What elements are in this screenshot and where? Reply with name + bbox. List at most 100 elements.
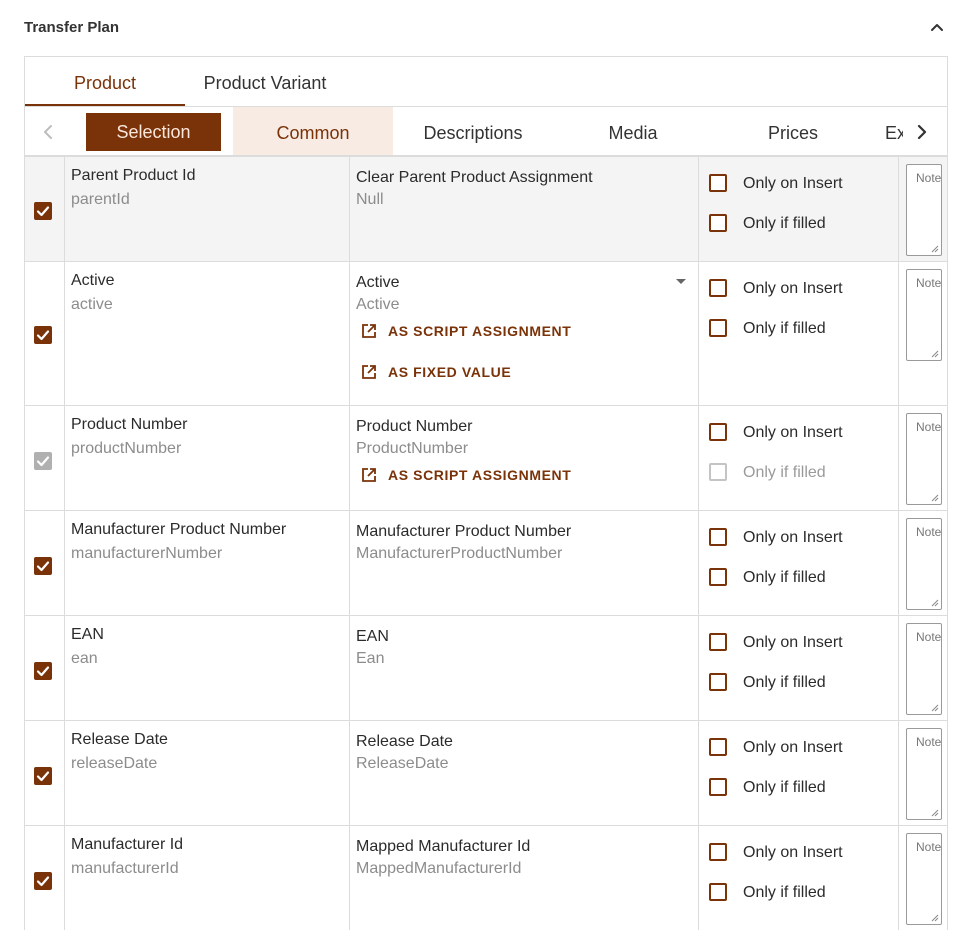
checkbox-box[interactable]	[709, 528, 727, 546]
options-cell: Only on Insert Only if filled	[699, 157, 899, 261]
row-select-checkbox[interactable]	[34, 557, 52, 575]
source-field-label: Product Number	[71, 416, 188, 433]
target-field-cell[interactable]: Clear Parent Product Assignment Null	[350, 157, 699, 261]
target-field-key: Ean	[356, 650, 385, 667]
source-field-key: ean	[71, 650, 98, 667]
subtab-selection[interactable]: Selection	[86, 113, 221, 151]
source-field-cell: Manufacturer Id manufacturerId	[65, 826, 350, 930]
options-cell: Only on Insert Only if filled	[699, 511, 899, 615]
note-textarea[interactable]: Note	[906, 833, 942, 925]
note-placeholder: Note	[916, 276, 942, 290]
chevron-up-icon[interactable]	[928, 19, 946, 37]
tab-product-variant[interactable]: Product Variant	[185, 57, 345, 106]
target-field-key: ReleaseDate	[356, 755, 449, 772]
note-placeholder: Note	[916, 171, 942, 185]
section-header[interactable]: Transfer Plan	[0, 0, 972, 56]
target-field-cell[interactable]: Manufacturer Product Number ManufacturerP…	[350, 511, 699, 615]
target-field-key: ProductNumber	[356, 440, 469, 457]
checkbox-box	[709, 463, 727, 481]
resize-grip-icon[interactable]	[931, 494, 939, 502]
main-tabs: Product Product Variant	[25, 57, 947, 107]
resize-grip-icon[interactable]	[931, 809, 939, 817]
resize-grip-icon[interactable]	[931, 350, 939, 358]
note-textarea[interactable]: Note	[906, 728, 942, 820]
subtab-common[interactable]: Common	[233, 107, 393, 155]
note-cell: Note	[899, 826, 947, 930]
tab-product[interactable]: Product	[25, 57, 185, 106]
checkbox-box[interactable]	[709, 319, 727, 337]
table-row: EAN ean EAN Ean Only on Insert Only if filled…	[25, 616, 947, 721]
checkbox-box[interactable]	[709, 214, 727, 232]
row-select-checkbox[interactable]	[34, 202, 52, 220]
only-if-filled-label: Only if filled	[743, 464, 826, 481]
target-field-cell[interactable]: Active Active AS SCRIPT ASSIGNMENT AS FIXED…	[350, 262, 699, 405]
target-field-label: Clear Parent Product Assignment	[356, 169, 593, 186]
note-textarea[interactable]: Note	[906, 518, 942, 610]
target-field-cell[interactable]: Release Date ReleaseDate	[350, 721, 699, 825]
checkbox-box[interactable]	[709, 883, 727, 901]
dropdown-arrow-icon[interactable]	[676, 279, 686, 284]
resize-grip-icon[interactable]	[931, 599, 939, 607]
options-cell: Only on Insert Only if filled	[699, 721, 899, 825]
checkbox-box[interactable]	[709, 633, 727, 651]
only-on-insert-label: Only on Insert	[743, 424, 843, 441]
subtab-media[interactable]: Media	[553, 107, 713, 155]
action-label: AS SCRIPT ASSIGNMENT	[388, 467, 572, 483]
only-on-insert-label: Only on Insert	[743, 844, 843, 861]
note-cell: Note	[899, 262, 947, 405]
checkbox-box[interactable]	[709, 843, 727, 861]
checkbox-box[interactable]	[709, 174, 727, 192]
table-row: Parent Product Id parentId Clear Parent Pr…	[25, 157, 947, 262]
target-field-key: Active	[356, 296, 400, 313]
row-select-cell	[25, 721, 65, 825]
source-field-key: active	[71, 296, 113, 313]
target-field-label: Manufacturer Product Number	[356, 523, 572, 540]
checkbox-box[interactable]	[709, 778, 727, 796]
source-field-cell: Manufacturer Product Number manufacturerN…	[65, 511, 350, 615]
source-field-label: Manufacturer Product Number	[71, 521, 287, 538]
checkbox-box[interactable]	[709, 568, 727, 586]
row-select-cell	[25, 511, 65, 615]
note-cell: Note	[899, 616, 947, 720]
only-on-insert-label: Only on Insert	[743, 280, 843, 297]
resize-grip-icon[interactable]	[931, 914, 939, 922]
checkbox-box[interactable]	[709, 738, 727, 756]
chevron-left-icon[interactable]	[35, 121, 61, 143]
note-placeholder: Note	[916, 840, 942, 854]
external-link-icon	[362, 468, 376, 482]
resize-grip-icon[interactable]	[931, 245, 939, 253]
target-field-label: Product Number	[356, 418, 473, 435]
row-select-checkbox[interactable]	[34, 662, 52, 680]
note-textarea[interactable]: Note	[906, 623, 942, 715]
source-field-cell: EAN ean	[65, 616, 350, 720]
note-textarea[interactable]: Note	[906, 269, 942, 361]
external-link-icon	[362, 365, 376, 379]
source-field-key: productNumber	[71, 440, 182, 457]
checkbox-box[interactable]	[709, 279, 727, 297]
resize-grip-icon[interactable]	[931, 704, 939, 712]
only-if-filled-label: Only if filled	[743, 569, 826, 586]
note-cell: Note	[899, 406, 947, 510]
row-select-checkbox[interactable]	[34, 767, 52, 785]
subtab-prices[interactable]: Prices	[713, 107, 873, 155]
note-cell: Note	[899, 721, 947, 825]
checkbox-box[interactable]	[709, 423, 727, 441]
checkbox-box[interactable]	[709, 673, 727, 691]
row-select-checkbox[interactable]	[34, 326, 52, 344]
note-placeholder: Note	[916, 735, 942, 749]
row-select-checkbox[interactable]	[34, 872, 52, 890]
note-textarea[interactable]: Note	[906, 164, 942, 256]
note-placeholder: Note	[916, 630, 942, 644]
subtab-descriptions[interactable]: Descriptions	[393, 107, 553, 155]
target-field-cell[interactable]: Product Number ProductNumber AS SCRIPT ASS…	[350, 406, 699, 510]
row-select-checkbox	[34, 452, 52, 470]
action-label: AS SCRIPT ASSIGNMENT	[388, 323, 572, 339]
only-if-filled-label: Only if filled	[743, 320, 826, 337]
subtab-clipped[interactable]: Ex	[873, 107, 903, 155]
target-field-cell[interactable]: EAN Ean	[350, 616, 699, 720]
target-field-cell[interactable]: Mapped Manufacturer Id MappedManufacturer…	[350, 826, 699, 930]
chevron-right-icon[interactable]	[909, 121, 935, 143]
note-cell: Note	[899, 511, 947, 615]
note-textarea[interactable]: Note	[906, 413, 942, 505]
only-if-filled-label: Only if filled	[743, 674, 826, 691]
